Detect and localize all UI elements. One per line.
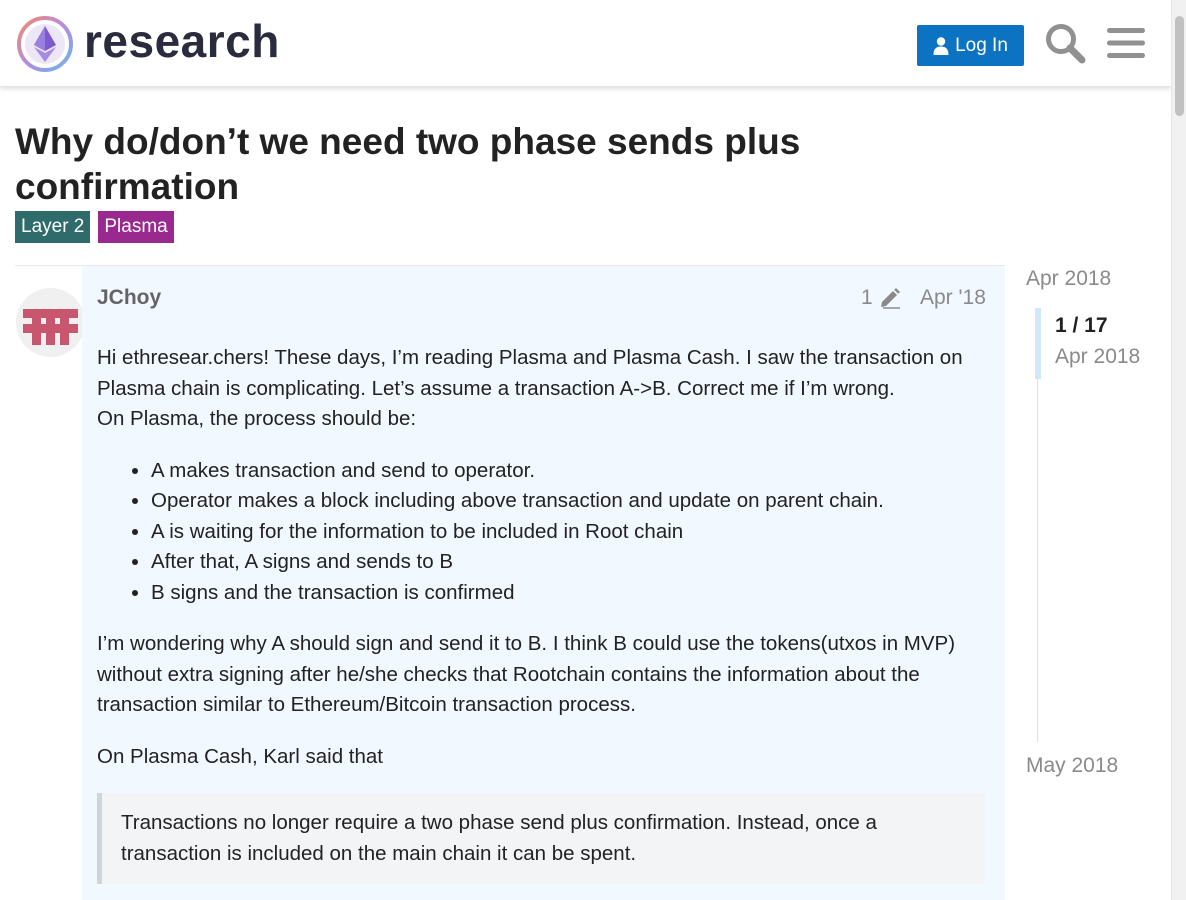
logo-text: research [84,15,280,67]
tag-plasma[interactable]: Plasma [98,211,174,243]
edit-history-button[interactable]: 1 [861,286,901,310]
site-logo[interactable]: research [16,14,280,72]
research-logo-icon [17,16,73,72]
hamburger-menu-icon[interactable] [1107,26,1145,60]
topic-tags: Layer 2 Plasma [15,211,174,243]
post-author[interactable]: JChoy [97,286,161,310]
post-paragraph: On Plasma Cash, Karl said that [97,744,383,768]
login-button[interactable]: Log In [917,25,1024,66]
list-item: Operator makes a block including above t… [151,486,992,517]
avatar[interactable] [16,288,85,357]
scrollbar-thumb[interactable] [1175,16,1184,116]
pencil-icon [880,288,900,309]
post-date[interactable]: Apr '18 [920,286,986,310]
blockquote: Transactions no longer require a two pha… [97,793,985,884]
list-item: B signs and the transaction is confirmed [151,578,992,609]
post-content: Hi ethresear.chers! These days, I’m read… [97,343,992,900]
timeline-end-date[interactable]: May 2018 [1026,754,1118,778]
login-button-label: Log In [955,34,1008,56]
timeline-current-date: Apr 2018 [1055,345,1141,368]
topic-title[interactable]: Why do/don’t we need two phase sends plu… [15,119,915,209]
timeline-position: 1 / 17 [1055,314,1108,337]
site-header: research Log In [0,0,1171,87]
post-paragraph: Hi ethresear.chers! These days, I’m read… [97,346,963,430]
edit-count: 1 [861,286,873,309]
post-body: JChoy 1 Apr '18 Hi ethresear.chers! Thes… [82,266,1005,900]
timeline-handle[interactable] [1035,308,1041,379]
search-icon[interactable] [1044,22,1086,64]
list-item: A makes transaction and send to operator… [151,456,992,487]
process-list: A makes transaction and send to operator… [151,456,992,609]
tag-layer-2[interactable]: Layer 2 [15,211,91,243]
user-icon [933,36,949,55]
page-scrollbar[interactable] [1171,0,1186,900]
timeline-start-date[interactable]: Apr 2018 [1026,267,1111,291]
list-item: A is waiting for the information to be i… [151,517,992,548]
list-item: After that, A signs and sends to B [151,547,992,578]
post-paragraph: I’m wondering why A should sign and send… [97,632,956,716]
